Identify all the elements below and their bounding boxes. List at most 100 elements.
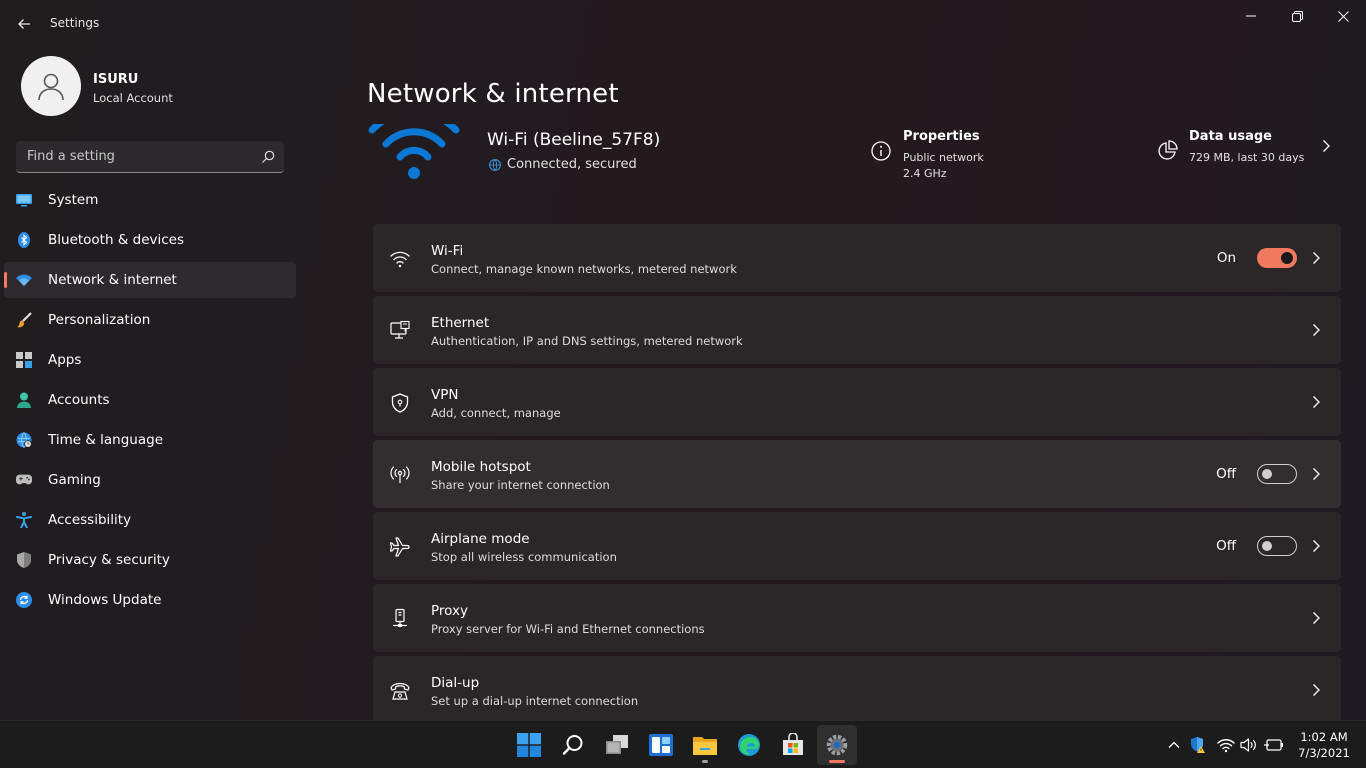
globe-clock-icon	[16, 432, 32, 448]
info-icon	[871, 141, 891, 161]
properties-link[interactable]: Properties Public network 2.4 GHz	[870, 128, 1070, 188]
sidebar-item-personalization[interactable]: Personalization	[4, 302, 296, 338]
speaker-icon	[1240, 738, 1256, 752]
setting-wifi[interactable]: Wi-Fi Connect, manage known networks, me…	[373, 224, 1341, 292]
sidebar-item-network[interactable]: Network & internet	[4, 262, 296, 298]
chevron-right-icon[interactable]	[1319, 139, 1333, 153]
setting-vpn[interactable]: VPN Add, connect, manage	[373, 368, 1341, 436]
sidebar-item-label: Privacy & security	[48, 552, 170, 568]
setting-description: Share your internet connection	[431, 478, 610, 492]
taskbar-clock[interactable]: 1:02 AM 7/3/2021	[1288, 729, 1360, 761]
setting-dial-up[interactable]: Dial-up Set up a dial-up internet connec…	[373, 656, 1341, 720]
start-button[interactable]	[509, 725, 549, 765]
network-status-hero: Wi-Fi (Beeline_57F8) Connected, secured …	[367, 124, 1342, 194]
file-explorer-button[interactable]	[685, 725, 725, 765]
data-usage-amount: 729 MB, last 30 days	[1189, 151, 1305, 164]
setting-ethernet[interactable]: Ethernet Authentication, IP and DNS sett…	[373, 296, 1341, 364]
page-title: Network & internet	[367, 79, 619, 109]
chevron-right-icon	[1313, 468, 1320, 480]
widgets-button[interactable]	[641, 725, 681, 765]
sidebar-item-label: System	[48, 192, 99, 208]
sidebar-item-apps[interactable]: Apps	[4, 342, 296, 378]
network-tray-button[interactable]	[1216, 735, 1236, 755]
setting-proxy[interactable]: Proxy Proxy server for Wi-Fi and Etherne…	[373, 584, 1341, 652]
sidebar-item-system[interactable]: System	[4, 182, 296, 218]
sidebar-item-accounts[interactable]: Accounts	[4, 382, 296, 418]
setting-description: Add, connect, manage	[431, 406, 561, 420]
avatar	[21, 56, 81, 116]
chevron-right-icon	[1313, 252, 1320, 264]
wifi-tray-icon	[1217, 739, 1235, 753]
sidebar-item-bluetooth[interactable]: Bluetooth & devices	[4, 222, 296, 258]
vpn-shield-icon	[391, 393, 409, 413]
close-button[interactable]	[1320, 0, 1366, 32]
start-icon	[517, 733, 541, 757]
chevron-right-icon	[1313, 324, 1320, 336]
store-button[interactable]	[773, 725, 813, 765]
back-arrow-icon	[18, 19, 30, 29]
setting-description: Stop all wireless communication	[431, 550, 617, 564]
accounts-icon	[16, 392, 32, 408]
accessibility-icon	[16, 512, 32, 528]
sidebar-item-gaming[interactable]: Gaming	[4, 462, 296, 498]
network-icon	[16, 272, 32, 288]
minimize-button[interactable]	[1228, 0, 1274, 32]
sidebar-item-label: Network & internet	[48, 272, 177, 288]
minimize-icon	[1246, 15, 1256, 17]
setting-title: Proxy	[431, 603, 468, 619]
battery-tray-button[interactable]	[1264, 735, 1284, 755]
wifi-toggle[interactable]	[1257, 248, 1297, 268]
security-tray-button[interactable]	[1188, 735, 1208, 755]
shield-icon	[16, 552, 32, 568]
person-icon	[38, 73, 64, 101]
maximize-button[interactable]	[1274, 0, 1320, 32]
show-hidden-icons-button[interactable]	[1164, 735, 1184, 755]
chevron-right-icon	[1313, 540, 1320, 552]
setting-mobile-hotspot[interactable]: Mobile hotspot Share your internet conne…	[373, 440, 1341, 508]
airplane-mode-toggle[interactable]	[1257, 536, 1297, 556]
apps-icon	[16, 352, 32, 368]
settings-taskbar-button[interactable]	[817, 725, 857, 765]
wifi-large-icon	[367, 124, 467, 184]
airplane-icon	[389, 537, 410, 557]
taskbar: 1:02 AM 7/3/2021	[0, 720, 1366, 768]
toggle-state-label: Off	[1216, 538, 1236, 554]
sidebar-item-label: Accessibility	[48, 512, 132, 528]
mobile-hotspot-toggle[interactable]	[1257, 464, 1297, 484]
user-profile[interactable]: ISURU Local Account	[21, 56, 301, 118]
taskbar-search-button[interactable]	[553, 725, 593, 765]
sidebar-item-windows-update[interactable]: Windows Update	[4, 582, 296, 618]
task-view-icon	[606, 735, 628, 754]
hotspot-icon	[390, 466, 410, 483]
data-usage-link[interactable]: Data usage 729 MB, last 30 days	[1156, 128, 1336, 188]
setting-title: Dial-up	[431, 675, 480, 691]
properties-title: Properties	[903, 129, 980, 144]
back-button[interactable]	[10, 10, 38, 38]
network-settings-list: Wi-Fi Connect, manage known networks, me…	[373, 224, 1341, 720]
defender-shield-icon	[1191, 737, 1205, 753]
sidebar-item-time-language[interactable]: Time & language	[4, 422, 296, 458]
setting-description: Set up a dial-up internet connection	[431, 694, 639, 708]
network-name: Wi-Fi (Beeline_57F8)	[487, 130, 661, 150]
chevron-up-icon	[1168, 741, 1180, 748]
sidebar-item-label: Accounts	[48, 392, 110, 408]
search-input[interactable]	[16, 141, 256, 172]
task-view-button[interactable]	[597, 725, 637, 765]
sidebar-item-accessibility[interactable]: Accessibility	[4, 502, 296, 538]
edge-button[interactable]	[729, 725, 769, 765]
chevron-right-icon	[1313, 684, 1320, 696]
search-box[interactable]	[16, 141, 284, 173]
volume-tray-button[interactable]	[1239, 735, 1259, 755]
ethernet-icon	[390, 320, 410, 339]
data-usage-title: Data usage	[1189, 129, 1272, 144]
sidebar-item-privacy-security[interactable]: Privacy & security	[4, 542, 296, 578]
wifi-icon	[390, 251, 410, 268]
gamepad-icon	[16, 472, 32, 488]
globe-icon	[489, 158, 501, 171]
update-icon	[16, 592, 32, 608]
setting-airplane-mode[interactable]: Airplane mode Stop all wireless communic…	[373, 512, 1341, 580]
close-icon	[1337, 10, 1349, 22]
bluetooth-icon	[16, 232, 32, 248]
battery-plug-icon	[1264, 739, 1283, 751]
setting-title: VPN	[431, 387, 459, 403]
